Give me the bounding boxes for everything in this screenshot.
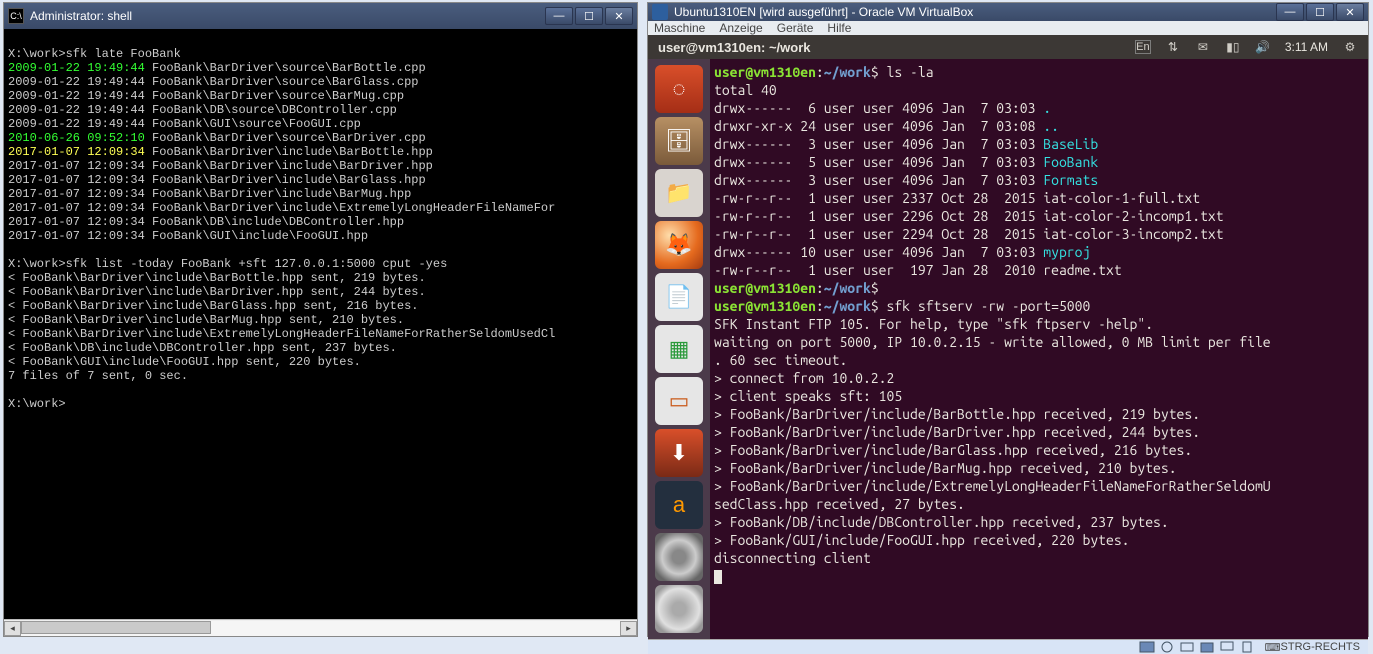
amazon-icon[interactable]: a [655,481,703,529]
maximize-button[interactable]: ☐ [575,7,603,25]
minimize-button[interactable]: — [1276,3,1304,21]
gear-icon[interactable]: ⚙ [1342,40,1358,54]
scroll-track[interactable] [21,621,620,636]
shell-title: Administrator: shell [30,9,543,23]
ubuntu-window-title: user@vm1310en: ~/work [658,40,811,55]
vbox-menu-item[interactable]: Maschine [654,21,705,35]
ubuntu-topbar: user@vm1310en: ~/work En ⇅ ✉ ▮▯ 🔊 3:11 A… [648,35,1368,59]
ubuntu-guest: user@vm1310en: ~/work En ⇅ ✉ ▮▯ 🔊 3:11 A… [648,35,1368,639]
calc-icon[interactable]: ▦ [655,325,703,373]
unity-launcher: ◌ 🗄 📁 🦊 📄 ▦ ▭ ⬇ a [648,59,710,639]
keyboard-layout-indicator[interactable]: En [1135,40,1151,54]
firefox-icon[interactable]: 🦊 [655,221,703,269]
vbox-menu-item[interactable]: Anzeige [719,21,762,35]
vbox-icon [652,4,668,20]
vbox-menu-item[interactable]: Hilfe [827,21,851,35]
shared-folder-icon [1199,640,1215,654]
mouse-capture-icon [1239,640,1255,654]
cmd-icon: C:\ [8,8,24,24]
network-icon[interactable]: ⇅ [1165,40,1181,54]
disk1-icon[interactable] [655,533,703,581]
shell-terminal[interactable]: X:\work>sfk late FooBank 2009-01-22 19:4… [4,29,637,619]
scroll-thumb[interactable] [21,621,211,634]
net-icon [1179,640,1195,654]
hdd-icon [1139,640,1155,654]
software-center-icon[interactable]: ⬇ [655,429,703,477]
folder-icon[interactable]: 📁 [655,169,703,217]
ubuntu-terminal[interactable]: user@vm1310en:~/work$ ls -la total 40 dr… [710,59,1368,639]
maximize-button[interactable]: ☐ [1306,3,1334,21]
display-icon [1219,640,1235,654]
vbox-menu-item[interactable]: Geräte [777,21,814,35]
shell-window: C:\ Administrator: shell — ☐ ✕ X:\work>s… [3,2,638,637]
vbox-menubar: Maschine Anzeige Geräte Hilfe [648,21,1368,35]
messages-icon[interactable]: ✉ [1195,40,1211,54]
vbox-titlebar[interactable]: Ubuntu1310EN [wird ausgeführt] - Oracle … [648,3,1368,21]
files-icon[interactable]: 🗄 [655,117,703,165]
vbox-window: Ubuntu1310EN [wird ausgeführt] - Oracle … [647,2,1369,637]
vbox-title: Ubuntu1310EN [wird ausgeführt] - Oracle … [674,5,1274,19]
optical-icon [1159,640,1175,654]
battery-icon[interactable]: ▮▯ [1225,40,1241,54]
shell-titlebar[interactable]: C:\ Administrator: shell — ☐ ✕ [4,3,637,29]
scroll-left-button[interactable]: ◂ [4,621,21,636]
scroll-right-button[interactable]: ▸ [620,621,637,636]
vbox-statusbar: ⌨ STRG-RECHTS [648,639,1368,654]
minimize-button[interactable]: — [545,7,573,25]
shell-h-scrollbar[interactable]: ◂ ▸ [4,619,637,636]
close-button[interactable]: ✕ [605,7,633,25]
writer-icon[interactable]: 📄 [655,273,703,321]
disk2-icon[interactable] [655,585,703,633]
impress-icon[interactable]: ▭ [655,377,703,425]
dash-icon[interactable]: ◌ [655,65,703,113]
clock[interactable]: 3:11 AM [1285,40,1328,54]
volume-icon[interactable]: 🔊 [1255,40,1271,54]
close-button[interactable]: ✕ [1336,3,1364,21]
host-key-label: STRG-RECHTS [1281,641,1360,653]
